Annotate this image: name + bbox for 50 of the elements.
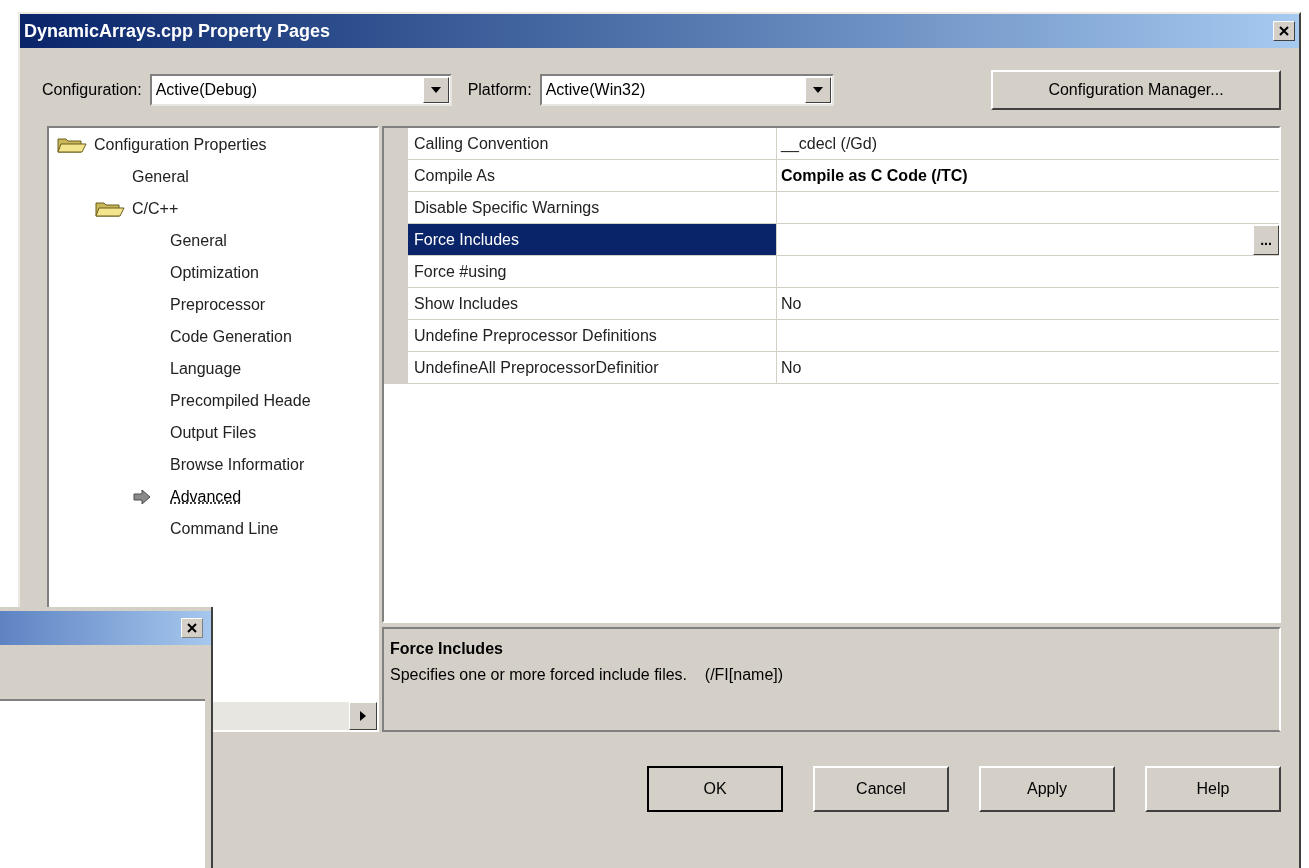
tree-item[interactable]: Output Files	[170, 421, 257, 445]
tree-item[interactable]: General	[170, 229, 227, 253]
platform-label: Platform:	[467, 80, 532, 100]
property-name[interactable]: Compile As	[408, 160, 777, 192]
description-text: Specifies one or more forced include files. (/FI[name])	[390, 665, 785, 685]
tree-item[interactable]: Language	[170, 357, 242, 381]
configuration-manager-button[interactable]: Configuration Manager...	[991, 70, 1281, 110]
right-arrow-icon	[360, 711, 366, 721]
dialog-button[interactable]: Cancel	[813, 766, 949, 812]
property-name[interactable]: Calling Convention	[408, 128, 777, 160]
configuration-label: Configuration:	[42, 80, 142, 100]
browse-button[interactable]: ...	[1253, 224, 1279, 255]
platform-dropdown[interactable]: Active(Win32)	[539, 74, 834, 106]
close-icon	[186, 622, 198, 634]
tree-item[interactable]: Optimization	[170, 261, 259, 285]
tree-item[interactable]: Command Line	[170, 517, 279, 541]
dropdown-arrow-icon	[812, 87, 823, 93]
tree-item[interactable]: Code Generation	[170, 325, 292, 349]
close-button[interactable]	[181, 618, 203, 638]
property-value[interactable]: No	[777, 291, 802, 316]
property-value[interactable]: __cdecl (/Gd)	[777, 131, 878, 156]
window-title: DynamicArrays.cpp Property Pages	[24, 19, 331, 43]
property-name[interactable]: UndefineAll PreprocessorDefinitior	[408, 352, 777, 384]
tree-item[interactable]: Advanced	[170, 485, 242, 509]
dropdown-arrow-icon	[430, 87, 441, 93]
tree-item[interactable]: Configuration Properties	[94, 133, 267, 157]
tree-item[interactable]: General	[132, 165, 189, 189]
tree-item[interactable]: C/C++	[132, 197, 179, 221]
property-value[interactable]: No	[777, 355, 802, 380]
scroll-right-button[interactable]	[349, 702, 377, 730]
row-header	[384, 128, 408, 160]
close-icon	[1278, 25, 1290, 37]
property-name[interactable]: Force Includes	[408, 224, 777, 256]
tree-item[interactable]: Precompiled Heade	[170, 389, 311, 413]
folder-icon	[57, 136, 87, 154]
row-header	[384, 352, 408, 384]
arrow-icon	[133, 489, 151, 505]
dialog-button[interactable]: OK	[647, 766, 783, 812]
property-value[interactable]: Compile as C Code (/TC)	[777, 163, 968, 188]
configuration-dropdown[interactable]: Active(Debug)	[149, 74, 452, 106]
property-name[interactable]: Undefine Preprocessor Definitions	[408, 320, 777, 352]
close-button[interactable]	[1273, 21, 1295, 41]
folder-icon	[95, 200, 125, 218]
dialog-button[interactable]: Help	[1145, 766, 1281, 812]
dialog-button[interactable]: Apply	[979, 766, 1115, 812]
property-name[interactable]: Show Includes	[408, 288, 777, 320]
tree-item[interactable]: Preprocessor	[170, 293, 266, 317]
tree-item[interactable]: Browse Informatior	[170, 453, 305, 477]
description-title: Force Includes	[390, 639, 504, 659]
property-name[interactable]: Force #using	[408, 256, 777, 288]
